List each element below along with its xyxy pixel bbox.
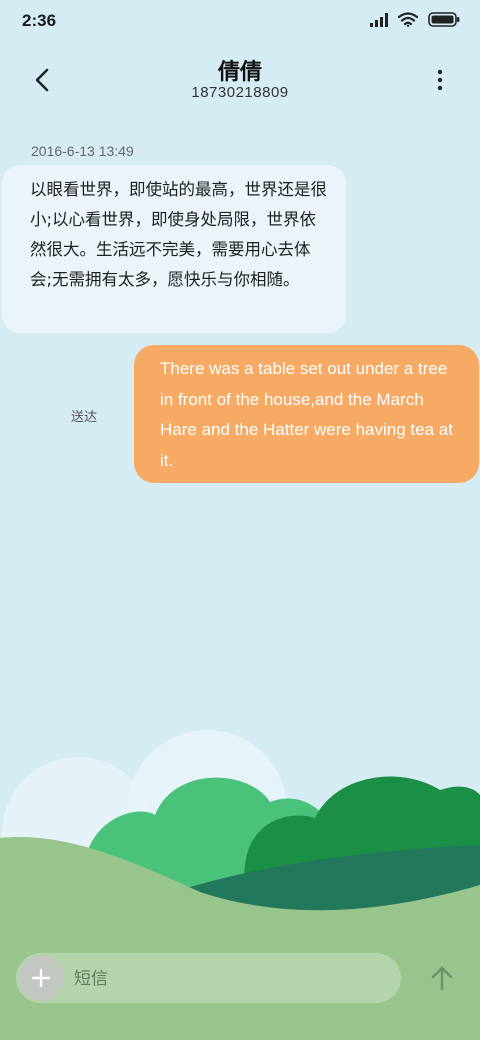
sent-message-bubble[interactable]: There was a table set out under a tree i… <box>134 345 479 483</box>
wifi-icon <box>398 12 418 27</box>
add-attachment-button[interactable] <box>18 955 64 1001</box>
received-message-bubble[interactable]: 以眼看世界，即使站的最高，世界还是很小;以心看世界，即使身处局限，世界依然很大。… <box>2 165 346 333</box>
status-time: 2:36 <box>22 11 57 30</box>
battery-icon <box>428 12 460 27</box>
send-button[interactable] <box>424 958 460 998</box>
plus-icon <box>32 969 50 987</box>
delivery-status: 送达 <box>71 410 98 425</box>
arrow-up-icon <box>431 966 453 991</box>
compose-bar <box>16 953 401 1005</box>
status-bar: 2:36 <box>0 0 480 44</box>
more-vertical-icon <box>437 69 443 91</box>
message-input[interactable] <box>72 953 396 1005</box>
signal-icon <box>370 12 388 27</box>
more-options-button[interactable] <box>424 64 456 96</box>
conversation-header: 倩倩 18730218809 <box>0 50 480 110</box>
message-timestamp: 2016-6-13 13:49 <box>31 143 134 159</box>
contact-name: 倩倩 <box>217 60 262 85</box>
contact-phone: 18730218809 <box>191 84 289 101</box>
